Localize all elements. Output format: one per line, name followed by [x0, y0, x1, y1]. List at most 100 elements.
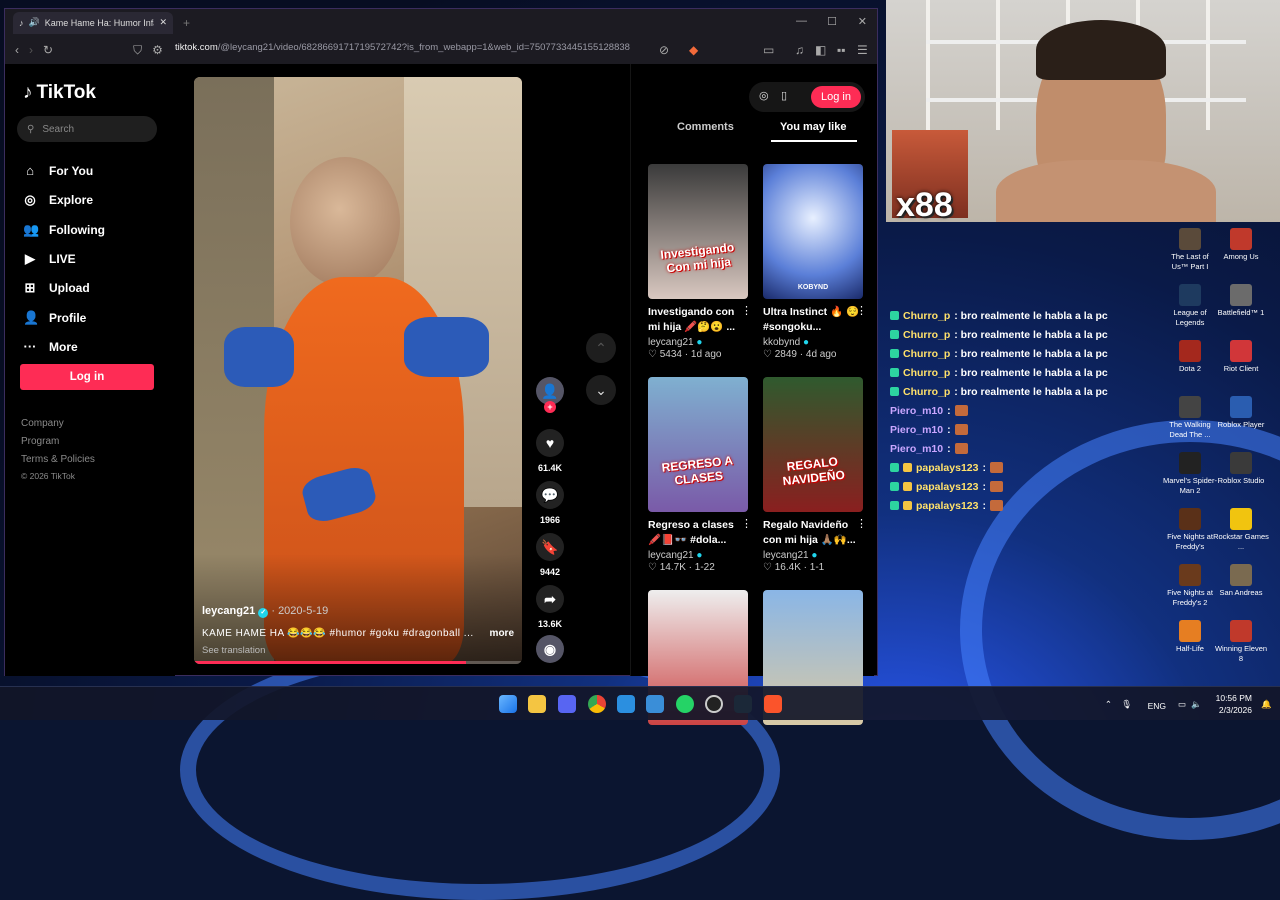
follow-plus-icon[interactable]: + — [544, 401, 556, 413]
reader-icon[interactable]: ▭ — [763, 43, 774, 57]
video-card[interactable]: KOBYNDUltra Instinct 🔥 😌 #songoku...kkob… — [763, 164, 863, 360]
login-button[interactable]: Log in — [811, 86, 861, 108]
card-author[interactable]: leycang21 ● — [648, 550, 748, 561]
media-icon[interactable]: ♫ — [795, 43, 804, 57]
card-menu-icon[interactable]: ⋮ — [741, 517, 752, 530]
tiktok-logo[interactable]: ♪TikTok — [23, 82, 96, 104]
clock-time[interactable]: 10:56 PM — [1216, 692, 1252, 704]
tab-you-may-like[interactable]: You may like — [780, 121, 846, 133]
reload-icon[interactable]: ↻ — [43, 43, 53, 57]
sidebar-item-explore[interactable]: ◎Explore — [23, 192, 93, 208]
card-menu-icon[interactable]: ⋮ — [856, 517, 867, 530]
sidebar-icon[interactable]: ◧ — [815, 43, 826, 57]
mic-icon[interactable]: 🎙 — [1121, 698, 1132, 710]
comment-button[interactable]: 💬1966 — [533, 481, 567, 525]
video-thumbnail[interactable]: KOBYND — [763, 164, 863, 299]
video-player[interactable]: leycang21 ✓ · 2020-5-19 KAME HAME HA 😂😂😂… — [194, 77, 522, 664]
footer-terms[interactable]: Terms & Policies — [21, 454, 95, 465]
new-tab-button[interactable]: + — [183, 16, 190, 30]
more-link[interactable]: more — [490, 628, 514, 639]
like-button[interactable]: ♥61.4K — [533, 429, 567, 473]
video-card[interactable]: Investigando Con mi hijaInvestigando con… — [648, 164, 748, 360]
video-author[interactable]: leycang21 — [202, 605, 255, 617]
desktop-icon[interactable]: Marvel's Spider-Man 2 — [1162, 452, 1218, 496]
url-field[interactable]: tiktok.com/@leycang21/video/682866917171… — [175, 42, 630, 53]
footer-program[interactable]: Program — [21, 436, 59, 447]
author-avatar[interactable]: 👤+ — [533, 377, 567, 411]
sidebar-item-more[interactable]: ···More — [23, 339, 78, 354]
desktop-icon[interactable]: Roblox Player — [1213, 396, 1269, 430]
video-card[interactable]: REGRESO A CLASESRegreso a clases 🖍️📕👓 #d… — [648, 377, 748, 573]
start-icon[interactable] — [499, 695, 517, 713]
desktop-icon[interactable]: Winning Eleven 8 — [1213, 620, 1269, 664]
desktop-icon[interactable]: The Walking Dead The ... — [1162, 396, 1218, 440]
video-thumbnail[interactable]: Investigando Con mi hija — [648, 164, 748, 299]
close-window-button[interactable]: ✕ — [858, 15, 867, 28]
footer-company[interactable]: Company — [21, 418, 64, 429]
desktop-icon[interactable]: Among Us — [1213, 228, 1269, 262]
card-author[interactable]: leycang21 ● — [648, 337, 748, 348]
card-author[interactable]: leycang21 ● — [763, 550, 863, 561]
desktop-icon[interactable]: Roblox Studio — [1213, 452, 1269, 486]
save-button[interactable]: 🔖9442 — [533, 533, 567, 577]
file-explorer-icon[interactable] — [528, 695, 546, 713]
maximize-button[interactable]: ☐ — [827, 15, 837, 28]
desktop-icon[interactable]: The Last of Us™ Part I — [1162, 228, 1218, 272]
forward-icon[interactable]: › — [29, 43, 33, 57]
discord-icon[interactable] — [558, 695, 576, 713]
extensions-icon[interactable]: ▪▪ — [837, 43, 846, 57]
steam-icon[interactable] — [734, 695, 752, 713]
obs-icon[interactable] — [705, 695, 723, 713]
clock-date[interactable]: 2/3/2026 — [1216, 704, 1252, 716]
search-input[interactable]: ⚲Search — [17, 116, 157, 142]
menu-icon[interactable]: ☰ — [857, 43, 868, 57]
browser-tab[interactable]: ♪ 🔊 Kame Hame Ha: Humor Infan ✕ — [13, 12, 173, 34]
phone-icon[interactable]: ▯ — [781, 89, 787, 102]
sidebar-login-button[interactable]: Log in — [20, 364, 154, 390]
desktop-icon[interactable]: Riot Client — [1213, 340, 1269, 374]
sidebar-item-for-you[interactable]: ⌂For You — [23, 163, 93, 178]
brave-icon[interactable] — [764, 695, 782, 713]
sidebar-item-following[interactable]: 👥Following — [23, 222, 105, 238]
minimize-button[interactable]: — — [796, 15, 807, 27]
photos-icon[interactable] — [646, 695, 664, 713]
back-icon[interactable]: ‹ — [15, 43, 19, 57]
no-video-icon[interactable]: ⊘ — [659, 43, 669, 57]
speaker-icon[interactable]: 🔊 — [29, 17, 40, 28]
system-tray[interactable]: ⌃ 🎙 ENG ▭ 🔈 10:56 PM2/3/2026 🔔 — [1216, 692, 1272, 716]
card-author[interactable]: kkobynd ● — [763, 337, 863, 348]
video-progress-track[interactable] — [194, 661, 522, 664]
desktop-icon[interactable]: Dota 2 — [1162, 340, 1218, 374]
sidebar-item-live[interactable]: ▶LIVE — [23, 251, 76, 267]
language-indicator[interactable]: ENG — [1148, 700, 1166, 712]
bookmark-icon[interactable]: ⛉ — [133, 43, 142, 58]
sidebar-item-profile[interactable]: 👤Profile — [23, 310, 86, 326]
see-translation-link[interactable]: See translation — [202, 645, 514, 656]
chrome-icon[interactable] — [588, 695, 606, 713]
desktop-icon[interactable]: Five Nights at Freddy's 2 — [1162, 564, 1218, 608]
card-menu-icon[interactable]: ⋮ — [741, 304, 752, 317]
site-info-icon[interactable]: ⚙ — [152, 43, 163, 57]
close-tab-icon[interactable]: ✕ — [159, 17, 167, 28]
chevron-up-icon[interactable]: ⌃ — [1105, 698, 1112, 710]
sidebar-item-upload[interactable]: ⊞Upload — [23, 280, 90, 296]
tab-comments[interactable]: Comments — [677, 121, 734, 133]
desktop-icon[interactable]: League of Legends — [1162, 284, 1218, 328]
notification-icon[interactable]: 🔔 — [1261, 698, 1272, 710]
share-button[interactable]: ➦13.6K — [533, 585, 567, 629]
network-icon[interactable]: ▭ — [1178, 698, 1186, 710]
previous-video-button[interactable]: ⌃ — [586, 333, 616, 363]
music-disc[interactable]: ◉ — [533, 635, 567, 669]
card-menu-icon[interactable]: ⋮ — [856, 304, 867, 317]
whatsapp-icon[interactable] — [676, 695, 694, 713]
compass-icon[interactable]: ◎ — [759, 89, 769, 102]
video-thumbnail[interactable]: REGRESO A CLASES — [648, 377, 748, 512]
desktop-icon[interactable]: Five Nights at Freddy's — [1162, 508, 1218, 552]
desktop-icon[interactable]: Battlefield™ 1 — [1213, 284, 1269, 318]
desktop-icon[interactable]: San Andreas — [1213, 564, 1269, 598]
desktop-icon[interactable]: Rockstar Games ... — [1213, 508, 1269, 552]
video-card[interactable]: REGALO NAVIDEÑORegalo Navideño con mi hi… — [763, 377, 863, 573]
vscode-icon[interactable] — [617, 695, 635, 713]
video-thumbnail[interactable]: REGALO NAVIDEÑO — [763, 377, 863, 512]
brave-shield-icon[interactable]: ◆ — [689, 43, 698, 57]
